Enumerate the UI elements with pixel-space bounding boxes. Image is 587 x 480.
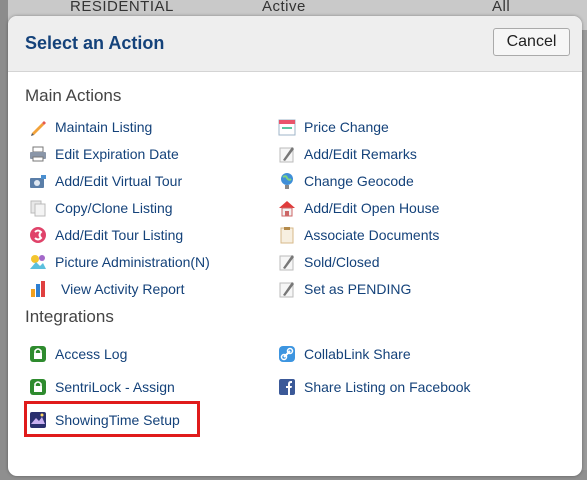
house-icon [278,199,296,217]
lock-icon [29,345,47,363]
price-change-link[interactable]: Price Change [278,116,389,138]
cancel-button[interactable]: Cancel [493,28,570,56]
add-edit-tour-listing-link[interactable]: Add/Edit Tour Listing [29,224,183,246]
view-activity-report-link[interactable]: View Activity Report [29,278,184,300]
report-chart-icon [29,280,47,298]
change-geocode-link[interactable]: Change Geocode [278,170,414,192]
integrations-heading: Integrations [25,307,114,326]
edit-note-icon [278,253,296,271]
add-edit-remarks-link[interactable]: Add/Edit Remarks [278,143,417,165]
picture-administration-link[interactable]: Picture Administration(N) [29,251,210,273]
tour-icon [29,226,47,244]
document-icon [278,226,296,244]
background-filter: All [492,0,511,15]
globe-icon [278,172,296,190]
calendar-icon [278,118,296,136]
set-as-pending-link[interactable]: Set as PENDING [278,278,411,300]
background-status: Active [262,0,306,15]
dialog-title: Select an Action [25,33,165,53]
background-property-type: RESIDENTIAL [70,0,174,15]
lock-icon [29,378,47,396]
facebook-icon [278,378,296,396]
pencil-icon [29,118,47,136]
collablink-share-link[interactable]: CollabLink Share [278,343,411,365]
copy-clone-listing-link[interactable]: Copy/Clone Listing [29,197,173,219]
select-action-dialog: Select an Action Cancel Main Actions Mai… [8,16,582,476]
background-left-edge [0,0,8,480]
edit-expiration-date-link[interactable]: Edit Expiration Date [29,143,179,165]
access-log-link[interactable]: Access Log [29,343,127,365]
link-icon [278,345,296,363]
add-edit-virtual-tour-link[interactable]: Add/Edit Virtual Tour [29,170,182,192]
share-listing-facebook-link[interactable]: Share Listing on Facebook [278,376,471,398]
sold-closed-link[interactable]: Sold/Closed [278,251,380,273]
camera-icon [29,172,47,190]
edit-note-icon [278,280,296,298]
main-actions-heading: Main Actions [25,86,122,105]
showingtime-highlight-box [24,401,200,437]
maintain-listing-link[interactable]: Maintain Listing [29,116,152,138]
sentrilock-assign-link[interactable]: SentriLock - Assign [29,376,175,398]
copy-icon [29,199,47,217]
printer-icon [29,145,47,163]
dialog-titlebar: Select an Action Cancel [8,16,582,72]
edit-note-icon [278,145,296,163]
picture-admin-icon [29,253,47,271]
add-edit-open-house-link[interactable]: Add/Edit Open House [278,197,439,219]
associate-documents-link[interactable]: Associate Documents [278,224,439,246]
